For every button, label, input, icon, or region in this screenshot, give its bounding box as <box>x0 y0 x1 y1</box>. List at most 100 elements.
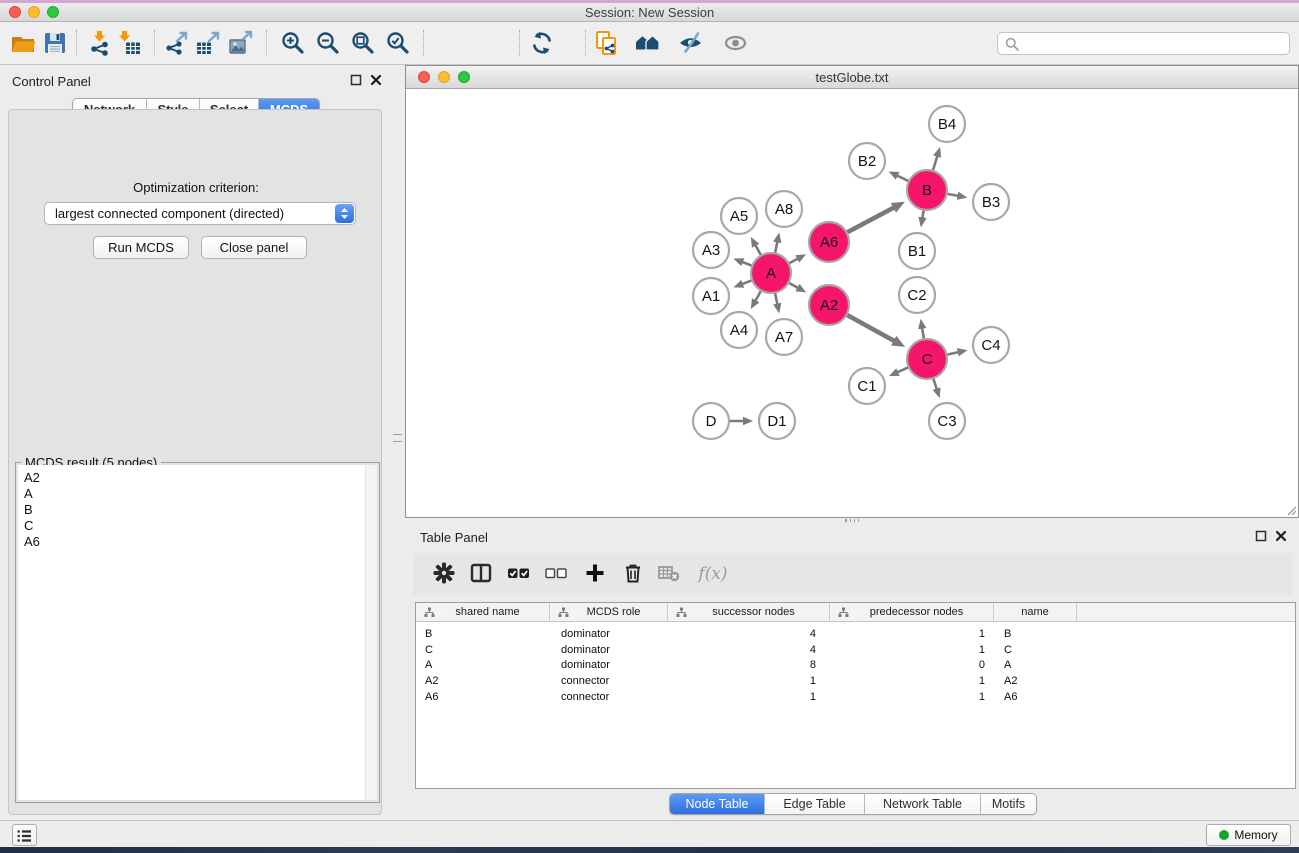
duplicate-network-icon[interactable] <box>593 29 621 57</box>
cell-name[interactable]: A <box>994 659 1077 671</box>
table-row[interactable]: Cdominator41C <box>416 642 1295 658</box>
node-label-A8: A8 <box>775 201 793 218</box>
cell-predecessor-nodes[interactable]: 1 <box>830 691 994 703</box>
column-header-name[interactable]: name <box>994 603 1077 621</box>
mcds-result-item[interactable]: C <box>24 518 365 534</box>
cell-shared-name[interactable]: A2 <box>416 675 550 687</box>
arrowhead-icon <box>773 303 781 314</box>
main-toolbar <box>0 22 1299 65</box>
close-panel-button[interactable]: Close panel <box>201 236 307 259</box>
cell-successor-nodes[interactable]: 8 <box>668 659 830 671</box>
add-row-icon[interactable] <box>582 561 608 587</box>
export-image-icon[interactable] <box>227 29 255 57</box>
cell-predecessor-nodes[interactable]: 1 <box>830 675 994 687</box>
network-window-titlebar[interactable]: testGlobe.txt <box>406 66 1298 89</box>
run-mcds-button[interactable]: Run MCDS <box>93 236 189 259</box>
node-label-C: C <box>922 351 933 368</box>
table-row[interactable]: A6connector11A6 <box>416 689 1295 705</box>
cell-predecessor-nodes[interactable]: 1 <box>830 628 994 640</box>
resize-corner-icon[interactable] <box>1285 504 1297 516</box>
splitter-grip[interactable] <box>393 434 402 442</box>
close-panel-icon[interactable] <box>1273 529 1289 545</box>
network-home-icon[interactable] <box>634 29 662 57</box>
mcds-result-item[interactable]: B <box>24 502 365 518</box>
save-icon[interactable] <box>41 29 69 57</box>
hide-selected-icon[interactable] <box>677 29 705 57</box>
tab-network-table[interactable]: Network Table <box>865 794 981 814</box>
mcds-result-item[interactable]: A <box>24 486 365 502</box>
mcds-result-list[interactable]: A2ABCA6 <box>18 465 365 800</box>
cell-successor-nodes[interactable]: 1 <box>668 691 830 703</box>
column-header-predecessor-nodes[interactable]: predecessor nodes <box>830 603 994 621</box>
cell-name[interactable]: B <box>994 628 1077 640</box>
network-canvas[interactable]: AA1A2A3A4A5A6A7A8BB1B2B3B4CC1C2C3C4DD1 <box>406 89 1298 517</box>
zoom-out-icon[interactable] <box>314 29 342 57</box>
cell-mcds-role[interactable]: connector <box>550 675 668 687</box>
cell-mcds-role[interactable]: dominator <box>550 628 668 640</box>
vertical-splitter[interactable] <box>390 65 405 820</box>
function-builder-icon[interactable]: f(x) <box>693 561 733 587</box>
result-scrollbar[interactable] <box>365 465 377 800</box>
node-label-C3: C3 <box>937 413 956 430</box>
export-network-icon[interactable] <box>163 29 191 57</box>
table-panel-title: Table Panel <box>420 530 488 545</box>
wallpaper-bottom <box>0 847 1299 853</box>
zoom-in-icon[interactable] <box>279 29 307 57</box>
criterion-value: largest connected component (directed) <box>55 206 284 221</box>
cell-shared-name[interactable]: A <box>416 659 550 671</box>
import-network-icon[interactable] <box>86 29 114 57</box>
node-label-B4: B4 <box>938 116 956 133</box>
cell-shared-name[interactable]: B <box>416 628 550 640</box>
memory-button[interactable]: Memory <box>1206 824 1291 846</box>
search-input[interactable] <box>1022 34 1282 53</box>
node-label-B2: B2 <box>858 153 876 170</box>
column-header-successor-nodes[interactable]: successor nodes <box>668 603 830 621</box>
cell-successor-nodes[interactable]: 4 <box>668 644 830 656</box>
cell-predecessor-nodes[interactable]: 1 <box>830 644 994 656</box>
table-row[interactable]: Adominator80A <box>416 657 1295 673</box>
criterion-dropdown[interactable]: largest connected component (directed) <box>44 202 356 225</box>
cell-shared-name[interactable]: C <box>416 644 550 656</box>
cell-successor-nodes[interactable]: 4 <box>668 628 830 640</box>
tab-motifs[interactable]: Motifs <box>981 794 1036 814</box>
table-row[interactable]: A2connector11A2 <box>416 673 1295 689</box>
show-all-icon[interactable] <box>722 29 750 57</box>
tab-node-table[interactable]: Node Table <box>670 794 765 814</box>
mcds-result-item[interactable]: A6 <box>24 534 365 550</box>
cell-name[interactable]: A2 <box>994 675 1077 687</box>
select-all-icon[interactable] <box>506 561 532 587</box>
zoom-fit-icon[interactable] <box>349 29 377 57</box>
node-label-A1: A1 <box>702 288 720 305</box>
import-table-icon[interactable] <box>116 29 144 57</box>
delete-table-icon[interactable] <box>656 561 682 587</box>
cell-mcds-role[interactable]: connector <box>550 691 668 703</box>
cell-name[interactable]: C <box>994 644 1077 656</box>
cell-mcds-role[interactable]: dominator <box>550 659 668 671</box>
table-row[interactable]: Bdominator41B <box>416 626 1295 642</box>
export-table-icon[interactable] <box>194 29 222 57</box>
zoom-selected-icon[interactable] <box>384 29 412 57</box>
float-panel-icon[interactable] <box>348 73 364 89</box>
cell-predecessor-nodes[interactable]: 0 <box>830 659 994 671</box>
node-label-B1: B1 <box>908 243 926 260</box>
float-panel-icon[interactable] <box>1253 529 1269 545</box>
tab-edge-table[interactable]: Edge Table <box>765 794 865 814</box>
mcds-result-item[interactable]: A2 <box>24 470 365 486</box>
cell-mcds-role[interactable]: dominator <box>550 644 668 656</box>
delete-row-icon[interactable] <box>620 561 646 587</box>
table-panel: Table Panel <box>405 523 1299 820</box>
show-columns-icon[interactable] <box>468 561 494 587</box>
node-label-A4: A4 <box>730 322 748 339</box>
splitter-grip[interactable] <box>845 519 859 522</box>
cell-name[interactable]: A6 <box>994 691 1077 703</box>
table-settings-icon[interactable] <box>431 561 457 587</box>
deselect-all-icon[interactable] <box>543 561 569 587</box>
cell-successor-nodes[interactable]: 1 <box>668 675 830 687</box>
show-panel-list-icon[interactable] <box>12 824 37 846</box>
cell-shared-name[interactable]: A6 <box>416 691 550 703</box>
column-header-shared-name[interactable]: shared name <box>416 603 550 621</box>
close-panel-icon[interactable] <box>368 73 384 89</box>
column-header-mcds-role[interactable]: MCDS role <box>550 603 668 621</box>
refresh-layout-icon[interactable] <box>528 29 556 57</box>
open-icon[interactable] <box>9 29 37 57</box>
